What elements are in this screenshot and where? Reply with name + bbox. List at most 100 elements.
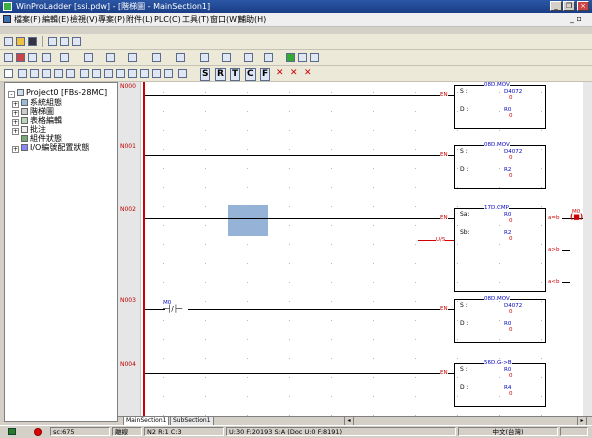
tree-item-element-status[interactable]: 組件狀態: [21, 134, 62, 143]
delete-row-icon[interactable]: ✕: [290, 68, 298, 79]
minimize-button[interactable]: _: [550, 1, 562, 11]
function-name: 17D.CMP: [484, 205, 509, 211]
menu-attach[interactable]: 附件(L): [126, 15, 153, 24]
operand-value[interactable]: D4072: [504, 89, 522, 95]
open-contact-icon[interactable]: [66, 69, 75, 78]
function-icon[interactable]: F: [260, 68, 271, 81]
insert-line-icon[interactable]: [140, 69, 149, 78]
run-icon[interactable]: [16, 53, 25, 62]
pointer-icon[interactable]: [4, 69, 13, 78]
compile-icon[interactable]: [4, 53, 13, 62]
grid-dot: [415, 225, 416, 226]
delete-line-icon[interactable]: [128, 69, 137, 78]
rung-wire: [145, 218, 454, 219]
menu-edit[interactable]: 編輯(E): [42, 15, 69, 24]
grid-dot: [163, 92, 164, 93]
menu-tools[interactable]: 工具(T): [182, 15, 209, 24]
menu-help[interactable]: 輔助(H): [238, 15, 266, 24]
menu-plc[interactable]: PLC(C): [154, 15, 181, 24]
nc-contact-symbol[interactable]: ─┤/├─: [163, 306, 182, 313]
grid-dot: [331, 320, 332, 321]
menu-project[interactable]: 專案(P): [98, 15, 125, 24]
operand-value[interactable]: D4072: [504, 303, 522, 309]
find-icon[interactable]: [128, 53, 137, 62]
vertical-line-icon[interactable]: [104, 69, 113, 78]
grid-dot: [205, 263, 206, 264]
expand-icon[interactable]: +: [12, 128, 19, 135]
nc-contact-icon[interactable]: [30, 69, 39, 78]
close-button[interactable]: ×: [577, 1, 589, 11]
up-contact-icon[interactable]: [42, 69, 51, 78]
menu-view[interactable]: 檢視(V): [70, 15, 98, 24]
grid-dot: [205, 377, 206, 378]
replace-icon[interactable]: [176, 53, 185, 62]
stop-icon[interactable]: [28, 53, 37, 62]
register-icon[interactable]: [60, 53, 69, 62]
reset-icon[interactable]: R: [215, 68, 226, 81]
rung-number[interactable]: N004: [120, 361, 136, 368]
window-icon[interactable]: [264, 53, 273, 62]
expand-icon[interactable]: +: [12, 146, 19, 153]
grid-icon[interactable]: [72, 37, 81, 46]
contact-icon[interactable]: [310, 53, 319, 62]
tree-item-io-config[interactable]: + I/O編號配置狀態: [12, 143, 89, 153]
wire-icon[interactable]: [152, 69, 161, 78]
delete-column-icon[interactable]: ✕: [304, 68, 312, 79]
grid-dot: [457, 92, 458, 93]
function-block[interactable]: [454, 208, 546, 292]
ladder-mode-icon[interactable]: [286, 53, 295, 62]
tree-root[interactable]: - Project0 [FBs-28MC]: [8, 88, 107, 98]
rung-number[interactable]: N002: [120, 206, 136, 213]
ladder-editor[interactable]: N000 EN 08D.MOV S : D4072 0 D : R0 0 N001 EN 08D.MO…: [118, 82, 592, 416]
open-icon[interactable]: [16, 37, 25, 46]
grid-dot: [163, 339, 164, 340]
zoom-icon[interactable]: [152, 53, 161, 62]
grid-dot: [205, 225, 206, 226]
en-pin-label: EN: [440, 152, 448, 158]
wire2-icon[interactable]: [164, 69, 173, 78]
vertical-scrollbar[interactable]: [583, 82, 592, 416]
no-contact-icon[interactable]: [18, 69, 27, 78]
menu-window[interactable]: 窗口(W): [210, 15, 240, 24]
table-icon[interactable]: [244, 53, 253, 62]
rung-number[interactable]: N001: [120, 143, 136, 150]
delete-icon[interactable]: ✕: [276, 68, 284, 79]
grid-dot: [499, 301, 500, 302]
print-icon[interactable]: [48, 37, 57, 46]
coil-icon[interactable]: [80, 69, 89, 78]
output-pin-label: a<b: [548, 279, 560, 285]
io-icon[interactable]: [298, 53, 307, 62]
restore-button[interactable]: ❐: [563, 1, 575, 11]
set-icon[interactable]: S: [200, 68, 211, 81]
bookmark-icon[interactable]: [222, 53, 231, 62]
horizontal-line-icon[interactable]: [116, 69, 125, 78]
grid-dot: [457, 111, 458, 112]
grid-dot: [499, 358, 500, 359]
operand-value[interactable]: D4072: [504, 149, 522, 155]
save-icon[interactable]: [28, 37, 37, 46]
new-icon[interactable]: [4, 37, 13, 46]
operand-label: Sa:: [460, 211, 470, 218]
en-pin-label: EN: [440, 215, 448, 221]
arrow-icon[interactable]: [178, 69, 187, 78]
mdi-restore-button[interactable]: _ ▫: [570, 14, 582, 23]
grid-dot: [289, 358, 290, 359]
operand-label: S :: [460, 366, 468, 373]
inv-coil-icon[interactable]: [92, 69, 101, 78]
grid-dot: [289, 244, 290, 245]
timer-icon[interactable]: T: [230, 68, 241, 81]
preview-icon[interactable]: [60, 37, 69, 46]
rung-number[interactable]: N000: [120, 83, 136, 90]
counter-icon[interactable]: C: [245, 68, 256, 81]
menu-file[interactable]: 檔案(F): [14, 15, 41, 24]
down-contact-icon[interactable]: [54, 69, 63, 78]
operand-current-value: 0: [509, 391, 513, 397]
collapse-icon[interactable]: -: [8, 91, 15, 98]
monitor-icon[interactable]: [42, 53, 51, 62]
output-coil-symbol[interactable]: (■): [570, 214, 583, 221]
edit-icon[interactable]: [84, 53, 93, 62]
grid-dot: [331, 168, 332, 169]
search-icon[interactable]: [106, 53, 115, 62]
rung-number[interactable]: N003: [120, 297, 136, 304]
goto-icon[interactable]: [200, 53, 209, 62]
